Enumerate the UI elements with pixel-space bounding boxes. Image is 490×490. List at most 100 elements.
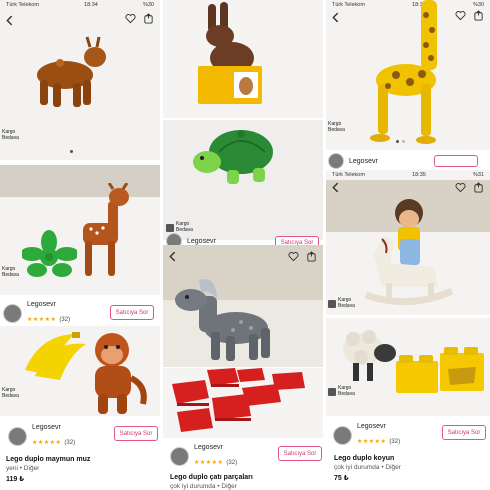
rocking-horse-figure [364,199,454,306]
monkey-figure [95,333,147,414]
rating-stars: ★★★★★ [194,460,224,466]
heart-icon[interactable] [455,182,466,193]
cargo-box-icon [166,223,174,232]
carrier-label: Türk Telekom [332,172,365,178]
rating-count: (32) [64,440,76,446]
photo-rabbit-brick[interactable] [163,0,323,118]
time-label: 18:34 [84,2,98,8]
seller-name: Legosevr [357,423,386,430]
heart-icon[interactable] [125,13,136,24]
free-shipping-badge: Kargo Bedava [328,121,345,133]
avatar [333,426,352,445]
photo-giraffe[interactable]: Türk Telekom 18:34 %30 Kargo Bedava [326,0,490,150]
product-price: 75 ₺ [334,475,349,482]
photo-brown-goat[interactable]: Türk Telekom 18:34 %30 Kargo Bedava [0,0,160,160]
ask-seller-button-partial[interactable] [434,155,478,167]
photo-deer-plant[interactable]: Kargo Bedava [0,165,160,295]
battery-label: %30 [142,2,154,8]
carrier-label: Türk Telekom [6,2,39,8]
free-shipping-badge: Kargo Bedava [166,221,193,233]
image-pager-dots [396,140,405,143]
cargo-box-icon [328,387,336,396]
share-icon[interactable] [306,251,317,262]
ask-seller-button[interactable]: Satıcıya Sor [110,305,154,320]
product-condition: çok iyi durumda • Diğer [170,483,237,490]
ask-seller-button[interactable]: Satıcıya Sor [442,425,486,440]
seller-row[interactable]: Legosevr ★★★★★ (32) [333,423,400,448]
back-arrow-icon[interactable] [330,182,341,193]
badge-line2: Bedava [2,134,19,141]
avatar [170,447,189,466]
share-icon[interactable] [143,13,154,24]
back-arrow-icon[interactable] [167,251,178,262]
yellow-bricks-figure [396,347,484,393]
seller-row[interactable]: Legosevr ★★★★★ (32) [8,424,75,449]
rating-stars: ★★★★★ [27,317,57,323]
product-title[interactable]: Lego duplo maymun muz [6,456,90,463]
rating-count: (32) [59,317,71,323]
free-shipping-badge: Kargo Bedava [2,129,19,141]
badge-line2: Bedava [2,392,19,399]
sheep-figure [343,330,396,381]
free-shipping-badge: Kargo Bedava [328,297,355,309]
rating-stars: ★★★★★ [357,439,387,445]
time-label: 18:35 [412,172,426,178]
cargo-box-icon [328,299,336,308]
status-bar: Türk Telekom 18:35 %31 [326,170,490,180]
photo-grey-pony[interactable] [163,245,323,367]
seller-name: Legosevr [32,424,61,431]
photo-turtle[interactable]: Kargo Bedava [163,120,323,240]
carrier-label: Türk Telekom [332,2,365,8]
seller-name: Legosevr [187,237,216,245]
heart-icon[interactable] [455,10,466,21]
banana-figure [25,332,86,380]
ask-seller-button[interactable]: Satıcıya Sor [114,426,158,441]
product-title[interactable]: Lego duplo koyun [334,455,394,462]
battery-label: %31 [472,172,484,178]
badge-line2: Bedava [328,126,345,133]
image-pager-dots [70,150,73,153]
rating-count: (32) [226,460,238,466]
photo-sheep-bricks[interactable]: Kargo Bedava [326,318,490,416]
goat-figure [37,36,106,107]
badge-line2: Bedava [338,302,355,309]
product-condition: yeni • Diğer [6,465,40,472]
plant-figure [22,230,77,277]
free-shipping-badge: Kargo Bedava [2,266,19,278]
roof-bricks-figure [172,368,305,432]
seller-row[interactable]: Legosevr ★★★★★ (32) [170,444,237,469]
rating-stars: ★★★★★ [32,440,62,446]
photo-monkey-banana[interactable]: Kargo Bedava [0,326,160,416]
free-shipping-badge: Kargo Bedava [328,385,355,397]
badge-line2: Bedava [2,271,19,278]
back-arrow-icon[interactable] [4,15,15,26]
rabbit-figure [198,2,262,104]
avatar [328,153,344,169]
rating-count: (32) [389,439,401,445]
product-price: 119 ₺ [6,476,25,483]
ask-seller-button[interactable]: Satıcıya Sor [278,446,322,461]
share-icon[interactable] [473,182,484,193]
avatar [8,427,27,446]
avatar [3,304,22,323]
badge-line2: Bedava [338,390,355,397]
heart-icon[interactable] [288,251,299,262]
photo-child-rocking-horse[interactable]: Türk Telekom 18:35 %31 Kargo Bedava [326,170,490,315]
seller-name: Legosevr [194,444,223,451]
product-condition: çok iyi durumda • Diğer [334,464,401,471]
pony-figure [175,279,270,361]
seller-row[interactable]: Legosevr ★★★★★ (32) [3,301,70,326]
seller-name: Legosevr [349,157,378,165]
deer-figure [83,183,129,276]
back-arrow-icon[interactable] [330,12,341,23]
battery-label: %30 [472,2,484,8]
giraffe-figure [370,0,437,144]
seller-row[interactable]: Legosevr [328,153,378,169]
turtle-figure [193,130,273,184]
status-bar: Türk Telekom 18:34 %30 [0,0,160,10]
seller-name: Legosevr [27,301,56,308]
share-icon[interactable] [473,10,484,21]
product-title[interactable]: Lego duplo çatı parçaları [170,474,253,481]
photo-red-roof-bricks[interactable] [163,368,323,438]
free-shipping-badge: Kargo Bedava [2,387,19,399]
